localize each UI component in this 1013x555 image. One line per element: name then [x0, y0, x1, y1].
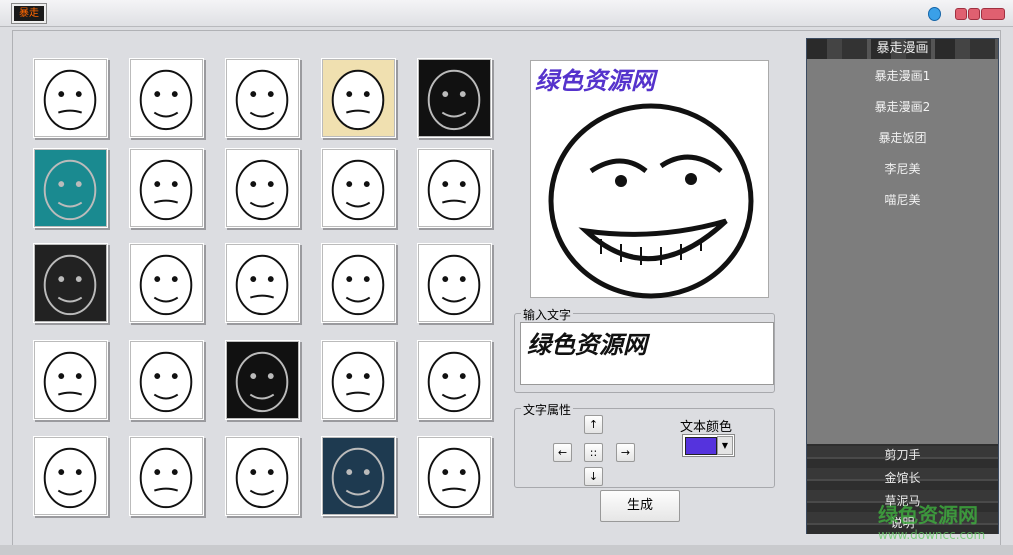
text-color-label: 文本颜色: [680, 420, 733, 435]
category-item[interactable]: 李尼美: [807, 160, 998, 177]
meme-thumbnail[interactable]: [129, 340, 204, 420]
category-item[interactable]: 喵尼美: [807, 191, 998, 208]
meme-thumbnail[interactable]: [225, 148, 300, 228]
meme-thumbnail[interactable]: [417, 340, 492, 420]
text-input[interactable]: 绿色资源网: [520, 322, 774, 385]
meme-face-image: [331, 447, 385, 509]
meme-thumbnail[interactable]: [33, 436, 108, 516]
meme-thumbnail[interactable]: [225, 436, 300, 516]
meme-face-image: [43, 447, 97, 509]
meme-thumbnail[interactable]: [33, 340, 108, 420]
meme-thumbnail[interactable]: [225, 340, 300, 420]
meme-face-image: [427, 159, 481, 221]
category-item[interactable]: 暴走漫画1: [807, 67, 998, 84]
text-props-label: 文字属性: [521, 401, 574, 418]
meme-face-image: [43, 159, 97, 221]
meme-thumbnail[interactable]: [321, 148, 396, 228]
meme-thumbnail[interactable]: [129, 58, 204, 138]
title-bar: 暴走: [0, 0, 1013, 27]
meme-face-image: [139, 69, 193, 131]
meme-face-image: [43, 254, 97, 316]
category-header[interactable]: 暴走漫画: [807, 39, 998, 59]
move-down-button[interactable]: ↓: [584, 467, 603, 486]
meme-face-image: [331, 159, 385, 221]
meme-thumbnail[interactable]: [33, 243, 108, 323]
meme-thumbnail[interactable]: [321, 58, 396, 138]
app-icon: 暴走: [11, 3, 47, 24]
meme-face-image: [235, 254, 289, 316]
meme-thumbnail[interactable]: [417, 58, 492, 138]
meme-face-image: [331, 351, 385, 413]
meme-thumbnail[interactable]: [129, 148, 204, 228]
meme-thumbnail[interactable]: [321, 243, 396, 323]
meme-thumbnail[interactable]: [417, 436, 492, 516]
meme-thumbnail[interactable]: [321, 436, 396, 516]
watermark-text: 绿色资源网: [878, 503, 978, 527]
text-input-label: 输入文字: [521, 306, 574, 323]
meme-face-image: [139, 351, 193, 413]
text-color-select[interactable]: ▼: [682, 434, 735, 457]
chevron-down-icon[interactable]: ▼: [717, 436, 733, 455]
meme-face-image: [427, 447, 481, 509]
center-button[interactable]: ::: [584, 443, 603, 462]
category-panel: 暴走漫画 暴走漫画1 暴走漫画2 暴走饭团 李尼美 喵尼美 剪刀手 金馆长 草泥…: [806, 38, 999, 534]
meme-thumbnail[interactable]: [321, 340, 396, 420]
move-left-button[interactable]: ←: [553, 443, 572, 462]
meme-face-image: [139, 159, 193, 221]
meme-face-image: [331, 69, 385, 131]
meme-thumbnail[interactable]: [129, 243, 204, 323]
bottom-item[interactable]: 剪刀手: [807, 446, 998, 463]
meme-thumbnail[interactable]: [225, 243, 300, 323]
watermark-url: www.downcc.com: [878, 528, 986, 542]
meme-face-image: [235, 447, 289, 509]
meme-thumbnail[interactable]: [225, 58, 300, 138]
preview-face-image: [548, 103, 754, 299]
meme-thumbnail[interactable]: [129, 436, 204, 516]
site-watermark: 绿色资源网 www.downcc.com: [878, 505, 985, 545]
meme-face-image: [43, 351, 97, 413]
meme-face-image: [427, 69, 481, 131]
category-item[interactable]: 暴走饭团: [807, 129, 998, 146]
meme-preview: 绿色资源网: [530, 60, 769, 299]
meme-face-image: [235, 159, 289, 221]
bottom-item[interactable]: 金馆长: [807, 469, 998, 486]
meme-thumbnail[interactable]: [417, 243, 492, 323]
minimize-button[interactable]: [955, 8, 967, 20]
skin-icon[interactable]: [928, 7, 941, 21]
meme-face-image: [427, 351, 481, 413]
meme-face-image: [139, 447, 193, 509]
close-button[interactable]: [981, 8, 1005, 20]
meme-thumbnail[interactable]: [33, 148, 108, 228]
maximize-button[interactable]: [968, 8, 980, 20]
move-right-button[interactable]: →: [616, 443, 635, 462]
meme-face-image: [427, 254, 481, 316]
generate-button[interactable]: 生成: [600, 490, 680, 522]
meme-face-image: [43, 69, 97, 131]
meme-thumbnail[interactable]: [417, 148, 492, 228]
preview-overlay-text: 绿色资源网: [535, 66, 655, 95]
meme-thumbnail[interactable]: [33, 58, 108, 138]
status-strip: [0, 545, 1013, 555]
move-up-button[interactable]: ↑: [584, 415, 603, 434]
meme-face-image: [331, 254, 385, 316]
meme-face-image: [139, 254, 193, 316]
meme-face-image: [235, 69, 289, 131]
meme-face-image: [235, 351, 289, 413]
color-swatch: [685, 437, 717, 455]
category-item[interactable]: 暴走漫画2: [807, 98, 998, 115]
